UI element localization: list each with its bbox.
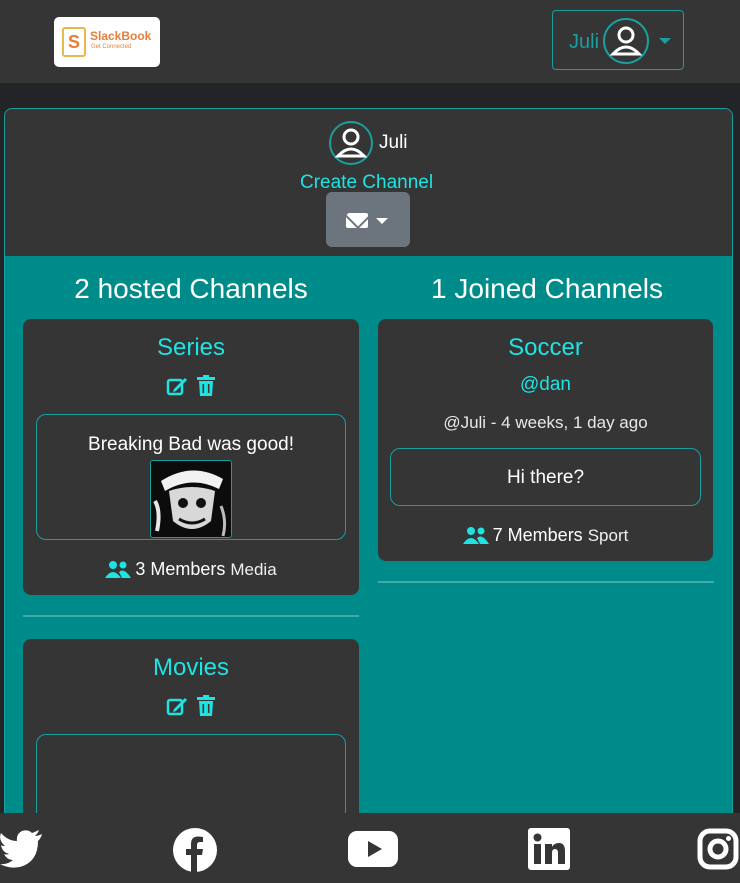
social-footer xyxy=(0,813,740,883)
channel-title[interactable]: Series xyxy=(23,334,359,362)
linkedin-icon[interactable] xyxy=(528,828,570,875)
logo-tagline: Get Connected xyxy=(91,44,132,50)
latest-message: Hi there? xyxy=(390,448,701,506)
members-count: 7 Members xyxy=(492,525,583,545)
card-divider xyxy=(378,581,714,583)
chevron-down-icon xyxy=(376,218,388,224)
hosted-channels-heading: 2 hosted Channels xyxy=(74,273,308,304)
message-text: Hi there? xyxy=(506,467,585,488)
chevron-down-icon xyxy=(659,38,671,44)
trash-icon[interactable] xyxy=(196,375,216,402)
users-icon xyxy=(105,560,132,583)
members-count: 3 Members xyxy=(135,559,226,579)
channel-category: Media xyxy=(230,560,277,579)
message-text: Breaking Bad was good! xyxy=(88,434,294,455)
profile-name: Juli xyxy=(379,132,408,153)
user-menu-dropdown[interactable]: Juli xyxy=(552,10,684,70)
channel-card-soccer[interactable]: Soccer @dan @Juli - 4 weeks, 1 day ago H… xyxy=(378,319,713,561)
youtube-icon[interactable] xyxy=(348,831,398,872)
channel-meta: @Juli - 4 weeks, 1 day ago xyxy=(443,413,648,432)
users-icon xyxy=(462,526,489,549)
channel-card-series[interactable]: Series Breaking Bad was good! 3 Members … xyxy=(23,319,359,595)
channel-actions xyxy=(23,375,359,397)
messages-dropdown-button[interactable] xyxy=(326,192,410,247)
channel-card-movies[interactable]: Movies xyxy=(23,639,359,827)
instagram-icon[interactable] xyxy=(697,828,739,875)
profile-header: Juli Create Channel xyxy=(5,109,732,256)
edit-icon[interactable] xyxy=(166,695,188,722)
create-channel-link[interactable]: Create Channel xyxy=(300,172,433,194)
top-navbar: S SlackBook Get Connected Juli xyxy=(0,0,740,83)
channel-category: Sport xyxy=(587,526,629,545)
logo-mark: S xyxy=(62,27,86,57)
channels-panel: Juli Create Channel 2 hosted Channels 1 … xyxy=(4,108,733,828)
trash-icon[interactable] xyxy=(196,695,216,722)
edit-icon[interactable] xyxy=(166,375,188,402)
envelope-icon xyxy=(346,213,368,228)
user-menu-name: Juli xyxy=(569,31,600,53)
message-image[interactable] xyxy=(150,460,232,538)
twitter-icon[interactable] xyxy=(0,828,44,873)
latest-message: Breaking Bad was good! xyxy=(36,414,346,540)
channel-title[interactable]: Soccer xyxy=(378,334,713,362)
card-divider xyxy=(23,615,359,617)
user-circle-icon xyxy=(603,18,649,64)
channel-actions xyxy=(23,695,359,717)
joined-channels-heading: 1 Joined Channels xyxy=(431,273,663,304)
channel-members: 7 Members Sport xyxy=(378,524,713,549)
slackbook-logo[interactable]: S SlackBook Get Connected xyxy=(54,17,160,67)
facebook-icon[interactable] xyxy=(173,828,217,877)
channel-members: 3 Members Media xyxy=(23,558,359,583)
logo-brand: SlackBook xyxy=(90,29,152,43)
channel-host[interactable]: @dan xyxy=(378,374,713,396)
channel-title[interactable]: Movies xyxy=(23,654,359,682)
user-circle-icon xyxy=(329,121,373,165)
